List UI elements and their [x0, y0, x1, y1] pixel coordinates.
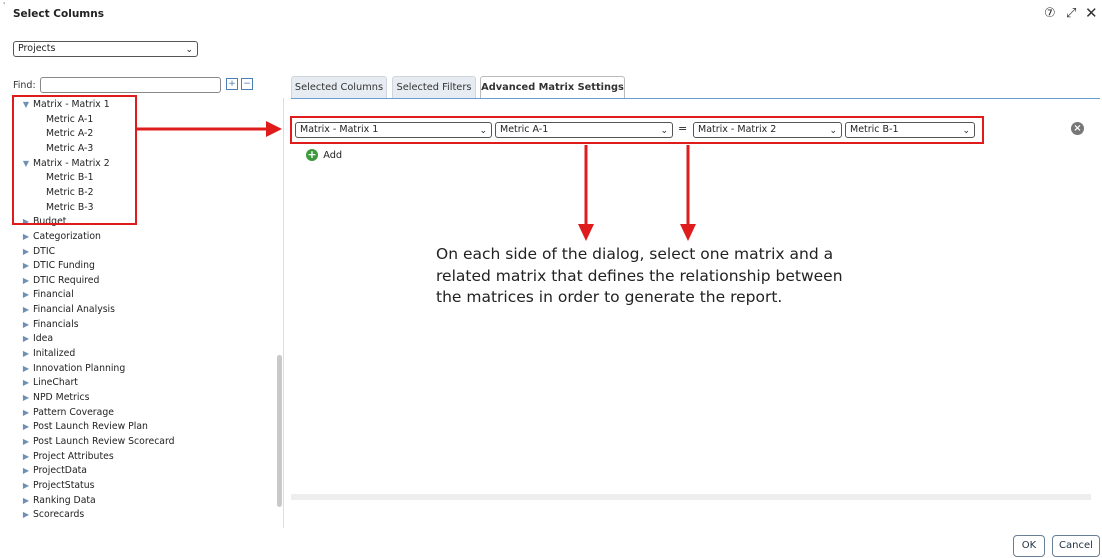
down-arrow-right [680, 145, 696, 241]
cancel-button[interactable]: Cancel [1052, 535, 1100, 557]
horizontal-arrow [137, 121, 282, 137]
down-arrow-left [578, 145, 594, 241]
ok-button[interactable]: OK [1013, 535, 1045, 557]
panel-scroll-track [291, 494, 1091, 500]
annotation-text: On each side of the dialog, select one m… [436, 245, 843, 306]
